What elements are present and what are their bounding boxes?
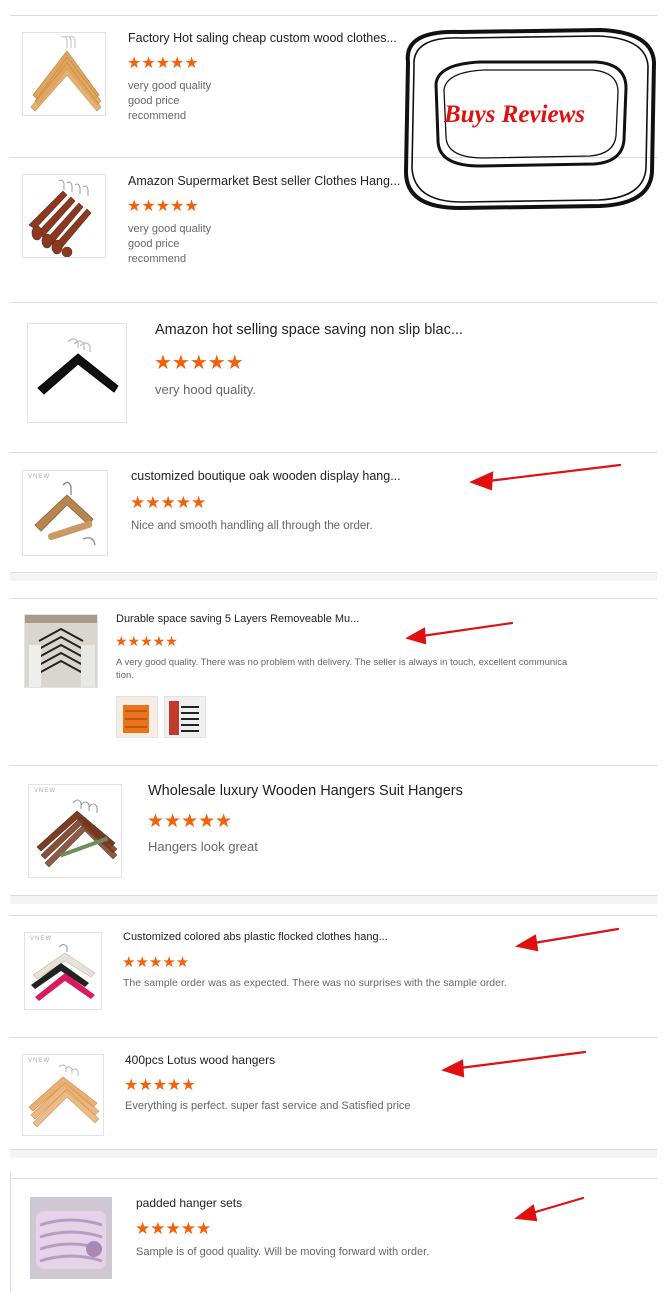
annotation-arrows (405, 463, 622, 1222)
arrow-icon (532, 927, 620, 945)
arrow-icon (486, 463, 622, 483)
arrow-icon (458, 1050, 587, 1070)
arrow-icon (514, 1204, 538, 1222)
arrow-icon (420, 621, 514, 638)
arrow-icon (514, 934, 539, 952)
arrow-icon (469, 471, 494, 491)
arrow-icon (530, 1196, 585, 1215)
arrow-icon (441, 1059, 465, 1078)
arrow-icon (405, 627, 427, 645)
